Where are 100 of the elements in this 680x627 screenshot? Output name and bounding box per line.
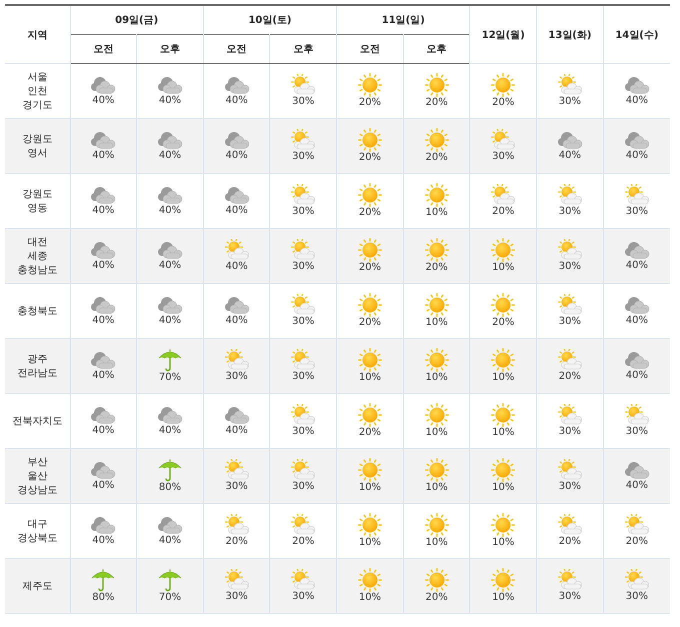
rain-chance: 20% [626,536,648,548]
rain-chance: 40% [92,95,114,107]
sun-icon [358,73,382,97]
sun-icon [424,568,449,592]
region-name: 충청북도 [17,306,58,317]
sun-cloud-icon [222,569,251,591]
rain-chance: 20% [358,207,382,219]
column-header: 오전 [336,34,404,64]
rain-chance: 40% [158,425,182,437]
rain-chance: 40% [226,315,248,327]
cloud-icon [556,130,583,150]
rain-chance: 30% [626,591,648,603]
sun-icon [491,238,516,262]
cloud-icon [156,185,183,205]
region-name: 제주도 [22,581,52,592]
rain-chance: 30% [558,481,582,493]
rain-chance: 20% [425,97,448,109]
cloud-icon [90,295,116,315]
sun-icon [358,128,382,152]
rain-chance: 40% [626,370,648,382]
rain-chance: 40% [158,535,182,547]
rain-chance: 10% [425,317,448,329]
region-name: 광주 전라남도 [17,354,58,379]
rain-chance: 40% [558,150,582,162]
sun-cloud-icon [289,294,318,316]
sun-cloud-icon [556,74,584,96]
cloud-icon [90,75,116,95]
rain-chance: 40% [226,205,248,217]
region-name: 강원도 영동 [22,189,52,214]
sun-cloud-icon [556,239,584,261]
cloud-icon [90,185,116,205]
rain-chance: 20% [292,536,314,548]
rain-chance: 20% [358,427,382,439]
rain-chance: 30% [292,481,314,493]
cloud-icon [224,185,250,205]
cloud-icon [156,240,183,260]
rain-chance: 30% [226,371,248,383]
rain-chance: 30% [292,151,314,163]
rain-chance: 40% [158,315,182,327]
rain-chance: 40% [626,150,648,162]
sun-cloud-icon [622,569,651,591]
sun-icon [491,348,516,372]
rain-chance: 10% [358,482,382,494]
rain-chance: 20% [425,592,448,604]
sun-icon [424,513,449,537]
sun-icon [358,513,382,537]
column-header: 오후 [403,34,470,64]
rain-chance: 10% [358,592,382,604]
cloud-icon [224,75,250,95]
region-name: 대전 세종 충청남도 [17,237,58,276]
rain-chance: 30% [558,261,582,273]
cloud-icon [156,405,183,425]
rain-chance: 70% [158,372,182,384]
rain-chance: 10% [492,482,514,494]
cloud-icon [90,130,116,150]
sun-cloud-icon [622,404,651,426]
rain-chance: 40% [226,425,248,437]
rain-chance: 20% [358,262,382,274]
sun-icon [358,183,382,207]
sun-cloud-icon [489,129,518,151]
cloud-icon [156,295,183,315]
sun-cloud-icon [622,184,651,206]
sun-cloud-icon [289,404,318,426]
column-header: 오전 [203,34,270,64]
sun-cloud-icon [222,514,251,536]
sun-icon [491,73,516,97]
cloud-icon [224,295,250,315]
sun-cloud-icon [489,184,518,206]
column-header: 14일(수) [603,5,670,64]
rain-chance: 30% [558,426,582,438]
column-header: 오전 [70,34,137,64]
column-header: 10일(토) [203,5,337,34]
column-header: 12일(월) [470,5,537,64]
rain-chance: 30% [292,261,314,273]
rain-chance: 30% [226,591,248,603]
cloud-icon [90,460,116,480]
rain-chance: 10% [492,262,514,274]
sun-cloud-icon [222,239,251,261]
cloud-icon [156,515,183,535]
rain-chance: 40% [626,95,648,107]
sun-cloud-icon [289,129,318,151]
cloud-icon [624,350,650,370]
rain-chance: 10% [358,372,382,384]
rain-chance: 40% [226,95,248,107]
rain-chance: 10% [425,372,448,384]
column-header: 11일(일) [336,5,470,34]
rain-chance: 10% [358,537,382,549]
cloud-icon [90,405,116,425]
rain-chance: 40% [92,425,114,437]
column-header: 09일(금) [70,5,204,34]
rain-chance: 30% [292,591,314,603]
sun-cloud-icon [556,404,584,426]
rain-chance: 10% [425,482,448,494]
rain-chance: 30% [558,316,582,328]
sun-icon [424,348,449,372]
rain-chance: 40% [226,150,248,162]
sun-icon [491,568,516,592]
sun-cloud-icon [556,514,584,536]
rain-chance: 30% [292,206,314,218]
cloud-icon [624,460,650,480]
